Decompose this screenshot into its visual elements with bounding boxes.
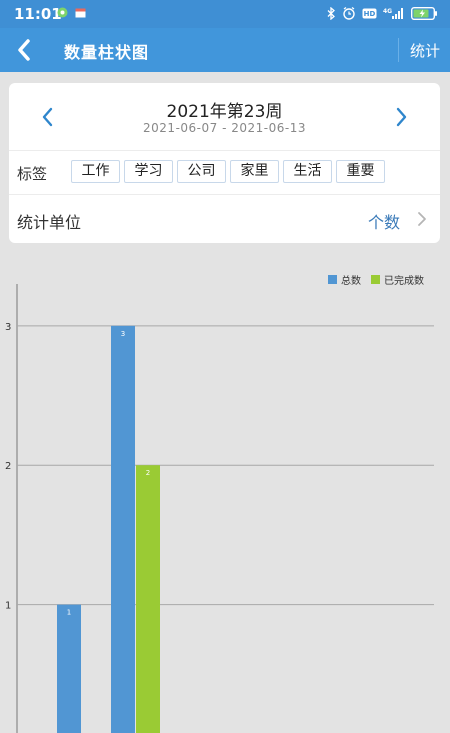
tag-life[interactable]: 生活: [283, 160, 332, 183]
tag-list: 工作 学习 公司 家里 生活 重要: [71, 160, 385, 183]
4g-signal-icon: 4G: [383, 7, 403, 19]
tag-work[interactable]: 工作: [71, 160, 120, 183]
hd-icon: HD: [362, 8, 377, 18]
week-date-range: 2021-06-07 - 2021-06-13: [143, 121, 306, 135]
y-tick-label: 1: [5, 601, 11, 612]
bar: [136, 465, 160, 733]
bluetooth-icon: [327, 6, 335, 20]
page-title: 数量柱状图: [64, 43, 150, 62]
bar-chart-canvas: 1 2 3 1 3 2: [5, 284, 434, 733]
legend-item-total[interactable]: 总数: [328, 272, 361, 287]
statistics-button[interactable]: 统计: [410, 40, 440, 61]
chevron-right-icon: [418, 212, 426, 226]
tags-label: 标签: [17, 165, 48, 183]
legend-swatch-completed: [371, 275, 380, 284]
bar: [57, 604, 81, 733]
stat-unit-label: 统计单位: [17, 213, 82, 232]
title-bar: 数量柱状图 统计: [0, 28, 450, 72]
legend-swatch-total: [328, 275, 337, 284]
bar-data-label: 3: [121, 330, 125, 338]
stat-unit-row[interactable]: 统计单位 个数: [9, 195, 440, 241]
title-divider: [398, 38, 399, 62]
svg-text:4G: 4G: [383, 8, 392, 15]
legend-label-completed: 已完成数: [384, 276, 424, 287]
status-bar: 11:01 HD 4G: [0, 0, 450, 28]
bar-data-label: 2: [146, 469, 150, 477]
divider: [9, 150, 440, 151]
svg-text:HD: HD: [364, 10, 376, 18]
tag-important[interactable]: 重要: [336, 160, 385, 183]
next-week-button[interactable]: [389, 104, 413, 130]
sim-icon: [57, 7, 68, 18]
legend-item-completed[interactable]: 已完成数: [371, 272, 424, 287]
tag-company[interactable]: 公司: [177, 160, 226, 183]
bar-data-label: 1: [67, 609, 71, 617]
chevron-right-icon: [396, 107, 407, 127]
chart-legend: 总数 已完成数: [328, 272, 424, 287]
battery-charging-icon: [411, 6, 437, 20]
y-tick-label: 3: [5, 322, 11, 333]
alarm-icon: [343, 6, 355, 20]
chevron-left-icon: [18, 39, 30, 61]
status-time: 11:01: [14, 5, 62, 23]
bar-chart: 1 2 3 1 3 2 总数 已完成数: [0, 262, 450, 733]
legend-label-total: 总数: [341, 276, 361, 287]
calendar-icon: [75, 8, 86, 18]
tag-study[interactable]: 学习: [124, 160, 173, 183]
tag-home[interactable]: 家里: [230, 160, 279, 183]
week-title: 2021年第23周: [166, 102, 283, 122]
stat-unit-value: 个数: [367, 213, 400, 232]
y-tick-label: 2: [5, 461, 11, 472]
filter-card: 2021年第23周 2021-06-07 - 2021-06-13 标签 工作 …: [9, 83, 440, 243]
back-button[interactable]: [12, 37, 38, 63]
bar: [111, 325, 135, 733]
